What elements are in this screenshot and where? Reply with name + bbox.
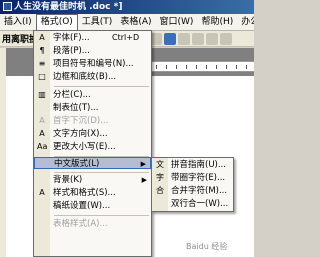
menu-separator — [54, 172, 149, 173]
tabs-icon — [37, 103, 47, 113]
menu-item-label: 背景(K) — [53, 175, 83, 185]
paragraph-icon: ¶ — [39, 46, 45, 55]
table-styles-icon — [37, 219, 47, 229]
menu-item-columns[interactable]: ▥ 分栏(C)... — [34, 89, 151, 101]
menu-item-label: 文字方向(X)... — [53, 129, 108, 139]
submenu-item-combine-characters[interactable]: 合 合并字符(M)... — [152, 185, 233, 197]
submenu-arrow-icon: ▶ — [141, 176, 147, 184]
submenu-item-label: 合并字符(M)... — [171, 186, 228, 196]
justify-icon[interactable] — [220, 33, 232, 45]
menu-item-label: 稿纸设置(W)... — [53, 201, 111, 211]
submenu-item-enclose-characters[interactable]: 字 带圈字符(E)... — [152, 172, 233, 184]
submenu-item-two-lines-in-one[interactable]: 双行合一(W)... — [152, 198, 233, 210]
menu-item-table-styles: 表格样式(A)... — [34, 218, 151, 230]
menu-item-label: 段落(P)... — [53, 46, 90, 56]
menu-item-label: 项目符号和编号(N)... — [53, 59, 134, 69]
watermark: Baidu 经验 — [186, 242, 228, 251]
bullets-icon: ≡ — [38, 59, 46, 68]
menu-table[interactable]: 表格(A) — [116, 14, 155, 31]
menu-tools[interactable]: 工具(T) — [78, 14, 117, 31]
window-title: 人生没有最佳时机 .doc *] — [14, 2, 123, 12]
submenu-item-label: 双行合一(W)... — [171, 199, 229, 209]
menu-item-font[interactable]: A 字体(F)... Ctrl+D — [34, 32, 151, 44]
title-bar: 人生没有最佳时机 .doc *] — [0, 0, 254, 14]
drop-cap-icon: A — [39, 116, 45, 125]
submenu-item-label: 拼音指南(U)... — [171, 160, 226, 170]
text-direction-icon: A — [39, 129, 45, 138]
menu-help[interactable]: 帮助(H) — [197, 14, 237, 31]
submenu-arrow-icon: ▶ — [140, 160, 146, 168]
horizontal-ruler[interactable] — [150, 61, 254, 72]
styles-icon: A — [39, 188, 45, 197]
word-window: 人生没有最佳时机 .doc *] 插入(I) 格式(O) 工具(T) 表格(A)… — [0, 0, 254, 257]
menu-office-space[interactable]: 办公空间 — [237, 14, 254, 31]
menu-item-label: 表格样式(A)... — [53, 219, 108, 229]
menu-item-label: 样式和格式(S)... — [53, 188, 116, 198]
manuscript-icon — [37, 201, 47, 211]
menu-separator — [54, 86, 149, 87]
columns-icon: ▥ — [38, 90, 46, 99]
submenu-item-label: 带圈字符(E)... — [171, 173, 226, 183]
align-center-icon[interactable] — [192, 33, 204, 45]
menu-item-label: 中文版式(L) — [54, 159, 100, 169]
left-margin-bar — [0, 48, 6, 257]
menu-item-label: 首字下沉(D)... — [53, 116, 109, 126]
change-case-icon: Aa — [37, 142, 48, 151]
align-icon[interactable] — [178, 33, 190, 45]
menu-window[interactable]: 窗口(W) — [156, 14, 198, 31]
menu-insert[interactable]: 插入(I) — [0, 14, 36, 31]
menu-bar: 插入(I) 格式(O) 工具(T) 表格(A) 窗口(W) 帮助(H) 办公空间 — [0, 13, 254, 31]
menu-item-background[interactable]: 背景(K) ▶ — [34, 174, 151, 186]
menu-item-manuscript[interactable]: 稿纸设置(W)... — [34, 200, 151, 212]
menu-item-borders[interactable]: □ 边框和底纹(B)... — [34, 71, 151, 83]
menu-item-tabs[interactable]: 制表位(T)... — [34, 102, 151, 114]
toolbar-buttons — [150, 33, 234, 45]
asian-layout-submenu: 文 拼音指南(U)... 字 带圈字符(E)... 合 合并字符(M)... 双… — [151, 157, 234, 212]
two-lines-icon — [155, 199, 165, 209]
format-menu: A 字体(F)... Ctrl+D ¶ 段落(P)... ≡ 项目符号和编号(N… — [33, 30, 152, 257]
asian-layout-icon — [38, 159, 48, 169]
menu-item-label: 更改大小写(E)... — [53, 142, 116, 152]
align-right-icon[interactable] — [206, 33, 218, 45]
menu-item-label: 制表位(T)... — [53, 103, 99, 113]
menu-item-label: 分栏(C)... — [53, 90, 91, 100]
borders-icon: □ — [38, 72, 46, 81]
menu-item-paragraph[interactable]: ¶ 段落(P)... — [34, 45, 151, 57]
menu-item-asian-layout[interactable]: 中文版式(L) ▶ — [34, 157, 151, 169]
combine-characters-icon: 合 — [156, 186, 164, 195]
menu-item-shortcut: Ctrl+D — [112, 33, 140, 42]
font-icon: A — [39, 33, 45, 42]
menu-item-bullets[interactable]: ≡ 项目符号和编号(N)... — [34, 58, 151, 70]
menu-item-label: 边框和底纹(B)... — [53, 72, 117, 82]
menu-separator — [54, 215, 149, 216]
menu-item-change-case[interactable]: Aa 更改大小写(E)... — [34, 141, 151, 153]
submenu-item-phonetic-guide[interactable]: 文 拼音指南(U)... — [152, 159, 233, 171]
menu-item-text-direction[interactable]: A 文字方向(X)... — [34, 128, 151, 140]
enclose-characters-icon: 字 — [156, 173, 164, 182]
menu-item-styles[interactable]: A 样式和格式(S)... — [34, 187, 151, 199]
background-icon — [37, 175, 47, 185]
word-app-icon — [3, 2, 12, 11]
menu-item-label: 字体(F)... — [53, 33, 90, 43]
menu-format[interactable]: 格式(O) — [35, 13, 78, 31]
underline-icon[interactable] — [164, 33, 176, 45]
phonetic-guide-icon: 文 — [156, 160, 164, 169]
menu-item-drop-cap: A 首字下沉(D)... — [34, 115, 151, 127]
